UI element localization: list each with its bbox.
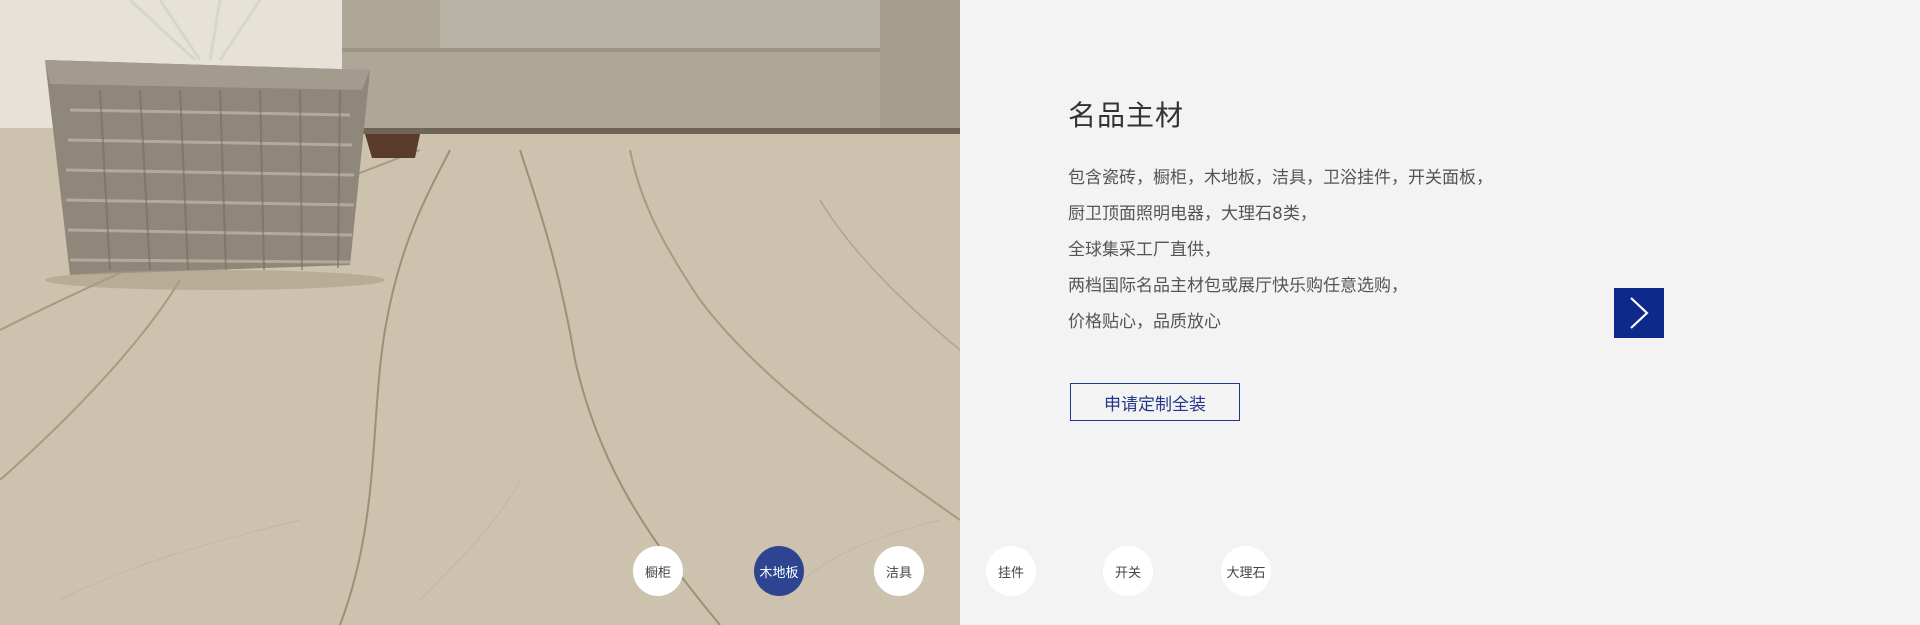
tab-label: 木地板 [759,565,799,581]
tab-label: 大理石 [1226,565,1266,581]
section-description: 包含瓷砖，橱柜，木地板，洁具，卫浴挂件，开关面板， 厨卫顶面照明电器，大理石8类… [1068,160,1628,340]
tab-sanitary[interactable]: 洁具 [874,546,924,596]
tab-label: 挂件 [997,565,1024,581]
chevron-right-icon [1630,297,1649,329]
tab-hanging-fixtures[interactable]: 挂件 [986,546,1036,596]
next-slide-button[interactable] [1614,288,1664,338]
tab-label: 橱柜 [644,565,671,581]
section-title: 名品主材 [1068,99,1185,132]
description-line: 两档国际名品主材包或展厅快乐购任意选购， [1068,276,1408,296]
tab-label: 洁具 [885,565,912,581]
tab-switch[interactable]: 开关 [1103,546,1153,596]
tab-marble[interactable]: 大理石 [1221,546,1271,596]
description-line: 价格贴心，品质放心 [1068,312,1221,332]
tab-wood-floor[interactable]: 木地板 [754,546,804,596]
tab-label: 开关 [1114,565,1141,581]
description-line: 全球集采工厂直供， [1068,240,1221,260]
product-photo [0,0,960,625]
apply-custom-renovation-button[interactable]: 申请定制全装 [1070,383,1240,421]
content-panel: 名品主材 包含瓷砖，橱柜，木地板，洁具，卫浴挂件，开关面板， 厨卫顶面照明电器，… [960,0,1920,625]
floor-scene-illustration [0,0,960,625]
description-line: 包含瓷砖，橱柜，木地板，洁具，卫浴挂件，开关面板， [1068,168,1493,188]
description-line: 厨卫顶面照明电器，大理石8类， [1068,204,1317,224]
tab-cabinet[interactable]: 橱柜 [633,546,683,596]
category-tabs: 橱柜 木地板 洁具 挂件 开关 大理石 [0,546,1920,596]
